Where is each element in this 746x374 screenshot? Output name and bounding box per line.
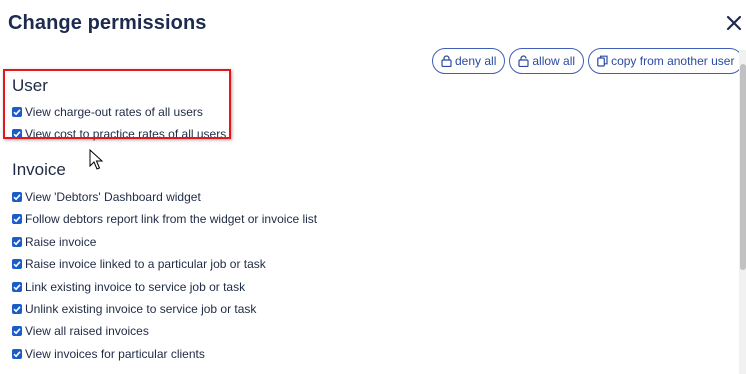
allow-all-button[interactable]: allow all [509, 48, 585, 74]
deny-all-label: deny all [455, 54, 497, 68]
copy-from-user-button[interactable]: copy from another user [588, 48, 744, 74]
lock-icon [441, 55, 452, 67]
allow-all-label: allow all [532, 54, 576, 68]
scrollbar-thumb[interactable] [740, 64, 746, 270]
dialog-title: Change permissions [8, 12, 207, 34]
close-icon [723, 12, 745, 34]
mouse-pointer-icon [89, 148, 104, 171]
checkbox-checked-icon [12, 304, 22, 314]
permission-label: View charge-out rates of all users [25, 105, 203, 119]
close-button[interactable] [723, 12, 745, 34]
permission-label: Unlink existing invoice to service job o… [25, 302, 257, 316]
permission-label: Raise invoice linked to a particular job… [25, 257, 266, 271]
permission-label: View cost to practice rates of all users [25, 127, 227, 141]
permission-label: View 'Debtors' Dashboard widget [25, 190, 201, 204]
permission-label: Link existing invoice to service job or … [25, 280, 246, 294]
permission-checkbox-debtors-widget[interactable]: View 'Debtors' Dashboard widget [12, 190, 201, 204]
copy-from-user-label: copy from another user [611, 54, 735, 68]
deny-all-button[interactable]: deny all [432, 48, 506, 74]
permission-checkbox-view-all-invoices[interactable]: View all raised invoices [12, 324, 149, 338]
permission-label: View all raised invoices [25, 324, 149, 338]
permission-label: Follow debtors report link from the widg… [25, 212, 318, 226]
checkbox-checked-icon [12, 282, 22, 292]
checkbox-checked-icon [12, 129, 22, 139]
permission-checkbox-raise-invoice[interactable]: Raise invoice [12, 235, 96, 249]
checkbox-checked-icon [12, 259, 22, 269]
permission-checkbox-view-charge-out-rates[interactable]: View charge-out rates of all users [12, 105, 203, 119]
checkbox-checked-icon [12, 107, 22, 117]
checkbox-checked-icon [12, 192, 22, 202]
permission-label: View invoices for particular clients [25, 347, 205, 361]
checkbox-checked-icon [12, 214, 22, 224]
permission-checkbox-raise-invoice-linked[interactable]: Raise invoice linked to a particular job… [12, 257, 266, 271]
permission-checkbox-link-invoice[interactable]: Link existing invoice to service job or … [12, 280, 245, 294]
permission-toolbar: deny all allow all copy from another use… [432, 48, 744, 74]
permission-checkbox-follow-debtors-link[interactable]: Follow debtors report link from the widg… [12, 212, 317, 226]
unlock-icon [518, 55, 529, 67]
section-heading-invoice: Invoice [12, 160, 66, 179]
permission-checkbox-unlink-invoice[interactable]: Unlink existing invoice to service job o… [12, 302, 256, 316]
section-heading-user: User [12, 76, 48, 95]
checkbox-checked-icon [12, 349, 22, 359]
checkbox-checked-icon [12, 326, 22, 336]
copy-icon [597, 55, 608, 67]
permission-checkbox-view-client-invoices[interactable]: View invoices for particular clients [12, 347, 205, 361]
permission-label: Raise invoice [25, 235, 97, 249]
permission-checkbox-view-cost-rates[interactable]: View cost to practice rates of all users [12, 127, 226, 141]
checkbox-checked-icon [12, 237, 22, 247]
